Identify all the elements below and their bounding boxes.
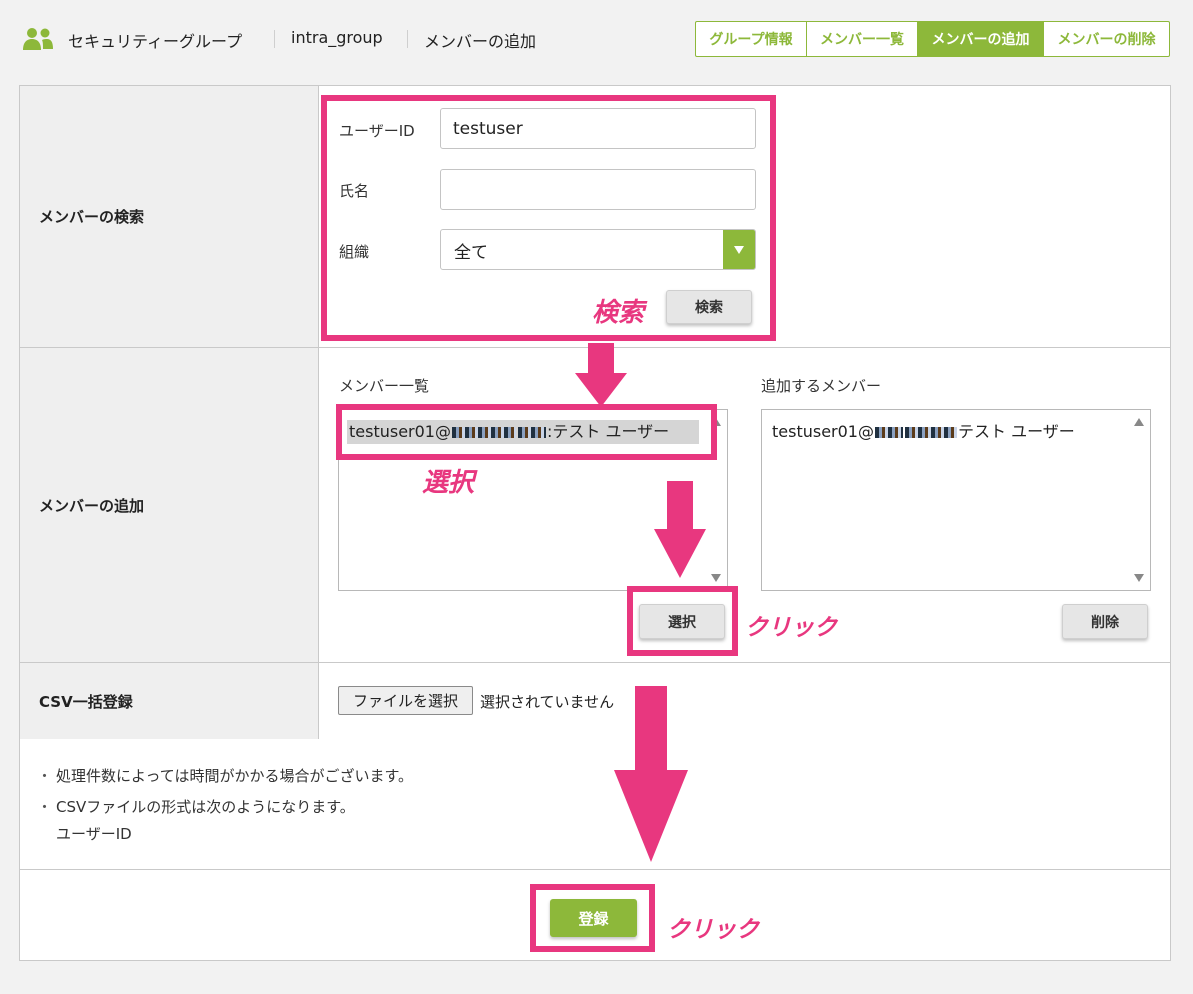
tab-member-list[interactable]: メンバー一覧	[806, 21, 918, 57]
selected-members-listbox[interactable]: testuser01@ テスト ユーザー	[761, 409, 1151, 591]
down-arrow-icon	[575, 343, 627, 407]
tab-group-info[interactable]: グループ情報	[695, 21, 807, 57]
annotation-label-click: クリック	[745, 615, 837, 641]
bullet: ・	[37, 798, 53, 816]
annotation-label-click: クリック	[667, 917, 759, 943]
row-divider	[20, 662, 1170, 663]
file-status: 選択されていません	[480, 693, 615, 711]
tab-bar: グループ情報 メンバー一覧 メンバーの追加 メンバーの削除	[695, 21, 1170, 57]
scroll-up-icon[interactable]	[1134, 418, 1144, 426]
down-arrow-icon	[654, 481, 706, 578]
breadcrumb-separator	[407, 30, 408, 48]
annotation-label-select: 選択	[422, 468, 475, 498]
annotation-label-search: 検索	[592, 298, 645, 328]
page-title: メンバーの追加	[424, 32, 537, 51]
label-column	[20, 86, 319, 739]
redacted-domain	[874, 427, 903, 438]
bullet: ・	[37, 767, 53, 785]
note-csv-column: ユーザーID	[56, 825, 132, 843]
annotation-box-list-item	[336, 404, 717, 460]
users-group-icon	[23, 28, 53, 50]
member-list-title: メンバー一覧	[339, 377, 430, 395]
note-processing-time: 処理件数によっては時間がかかる場合がございます。	[56, 767, 414, 785]
breadcrumb-security-group[interactable]: セキュリティーグループ	[68, 28, 242, 52]
selected-members-title: 追加するメンバー	[761, 377, 882, 395]
tab-delete-member[interactable]: メンバーの削除	[1043, 21, 1170, 57]
annotation-box-select-button	[627, 586, 738, 656]
scroll-down-icon[interactable]	[1134, 574, 1144, 582]
delete-button[interactable]: 削除	[1062, 604, 1148, 639]
annotation-box-search	[321, 95, 776, 341]
annotation-box-register-button	[530, 884, 655, 952]
note-csv-format: CSVファイルの形式は次のようになります。	[56, 798, 355, 816]
scroll-down-icon[interactable]	[711, 574, 721, 582]
notes-panel: ・ 処理件数によっては時間がかかる場合がございます。 ・ CSVファイルの形式は…	[19, 739, 1171, 870]
breadcrumb-separator	[274, 30, 275, 48]
down-arrow-icon	[614, 686, 688, 862]
file-select-button[interactable]: ファイルを選択	[338, 686, 473, 715]
breadcrumb-group-name[interactable]: intra_group	[291, 28, 383, 47]
redacted-domain	[904, 427, 957, 438]
list-item[interactable]: testuser01@ テスト ユーザー	[770, 420, 1122, 444]
page-header: セキュリティーグループ intra_group メンバーの追加 グループ情報 メ…	[0, 0, 1193, 80]
csv-section-label: CSV一括登録	[39, 693, 133, 711]
tab-add-member[interactable]: メンバーの追加	[917, 21, 1044, 57]
search-section-label: メンバーの検索	[39, 208, 145, 226]
add-section-label: メンバーの追加	[39, 497, 145, 515]
